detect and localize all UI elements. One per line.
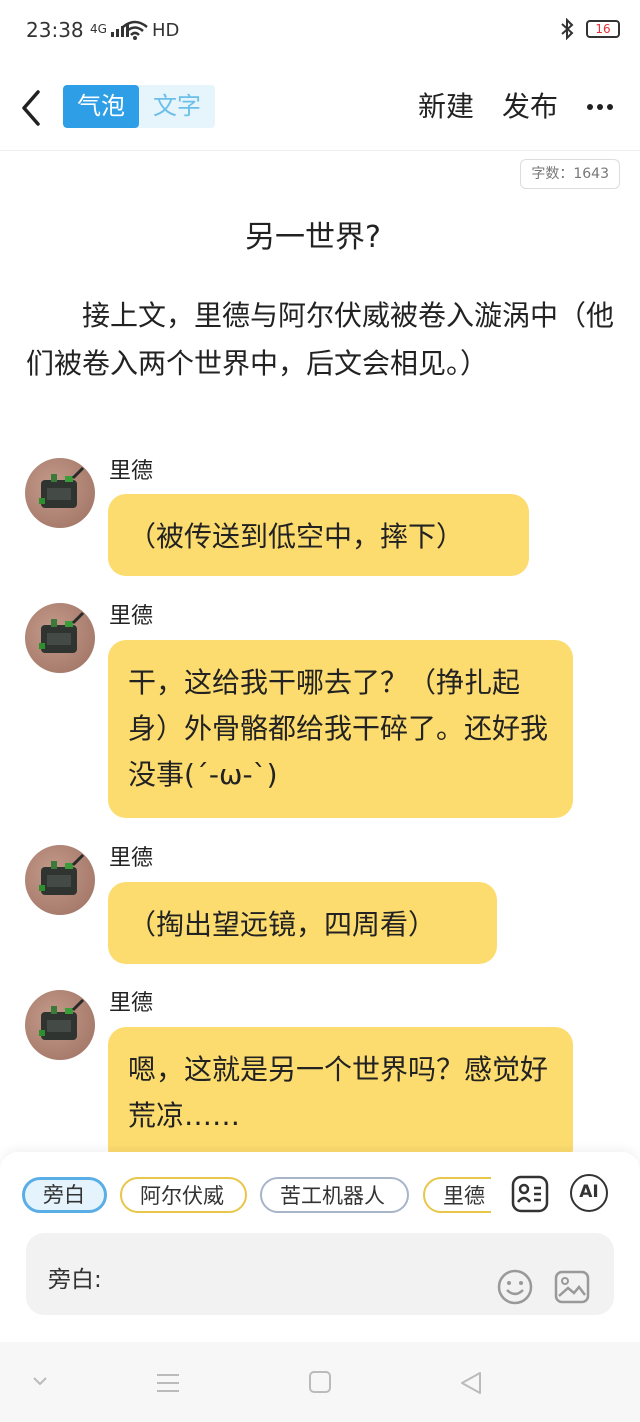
- robot-avatar-icon: [39, 611, 85, 653]
- mode-text-tab[interactable]: 文字: [139, 85, 215, 128]
- battery-icon: 16: [586, 20, 620, 38]
- more-icon[interactable]: [586, 103, 614, 111]
- speaker-name: 里德: [109, 604, 154, 629]
- role-chip-reid[interactable]: 里德: [423, 1177, 491, 1213]
- publish-button[interactable]: 发布: [502, 85, 558, 128]
- robot-avatar-icon: [39, 853, 85, 895]
- chevron-down-icon[interactable]: [30, 1374, 50, 1388]
- menu-icon[interactable]: [155, 1371, 181, 1395]
- message-bubble[interactable]: （掏出望远镜，四周看）: [108, 882, 497, 964]
- avatar[interactable]: [25, 458, 95, 528]
- emoji-icon[interactable]: [496, 1268, 534, 1306]
- new-button[interactable]: 新建: [418, 85, 474, 128]
- header-divider: [0, 150, 640, 151]
- mode-bubble-tab[interactable]: 气泡: [63, 85, 139, 128]
- nav-back-icon[interactable]: [458, 1370, 484, 1396]
- avatar[interactable]: [25, 845, 95, 915]
- mode-toggle: 气泡 文字: [63, 85, 215, 128]
- back-icon[interactable]: [18, 88, 48, 128]
- hd-indicator: HD: [152, 20, 180, 41]
- message-bubble[interactable]: （被传送到低空中，摔下）: [108, 494, 529, 576]
- image-icon[interactable]: [553, 1268, 591, 1306]
- robot-avatar-icon: [39, 998, 85, 1040]
- avatar[interactable]: [25, 603, 95, 673]
- speaker-name: 里德: [109, 991, 154, 1016]
- speaker-name: 里德: [109, 846, 154, 871]
- role-chip-clip: 里德: [423, 1177, 491, 1213]
- avatar[interactable]: [25, 990, 95, 1060]
- word-count-badge: 字数：1643: [520, 159, 620, 189]
- doc-title[interactable]: 另一世界?: [0, 212, 626, 256]
- robot-avatar-icon: [39, 466, 85, 508]
- status-time: 23:38: [26, 18, 84, 42]
- input-role-label: 旁白:: [48, 1267, 102, 1293]
- role-chip-narrator[interactable]: 旁白: [22, 1177, 107, 1213]
- message-bubble[interactable]: 干，这给我干哪去了？（挣扎起身）外骨骼都给我干碎了。还好我没事(´-ω-`): [108, 640, 573, 818]
- role-chip-alfuwei[interactable]: 阿尔伏威: [120, 1177, 247, 1213]
- ai-button[interactable]: AI: [570, 1174, 608, 1212]
- message-bubble[interactable]: 嗯，这就是另一个世界吗？感觉好荒凉……: [108, 1027, 573, 1167]
- wifi-icon: [122, 20, 148, 40]
- role-chip-robot[interactable]: 苦工机器人: [260, 1177, 409, 1213]
- home-icon[interactable]: [308, 1370, 332, 1394]
- bluetooth-icon: [561, 18, 574, 40]
- network-type: 4G: [90, 22, 107, 36]
- speaker-name: 里德: [109, 459, 154, 484]
- character-card-icon[interactable]: [510, 1174, 550, 1214]
- narration-paragraph[interactable]: 接上文，里德与阿尔伏威被卷入漩涡中（他们被卷入两个世界中，后文会相见。）: [26, 292, 614, 388]
